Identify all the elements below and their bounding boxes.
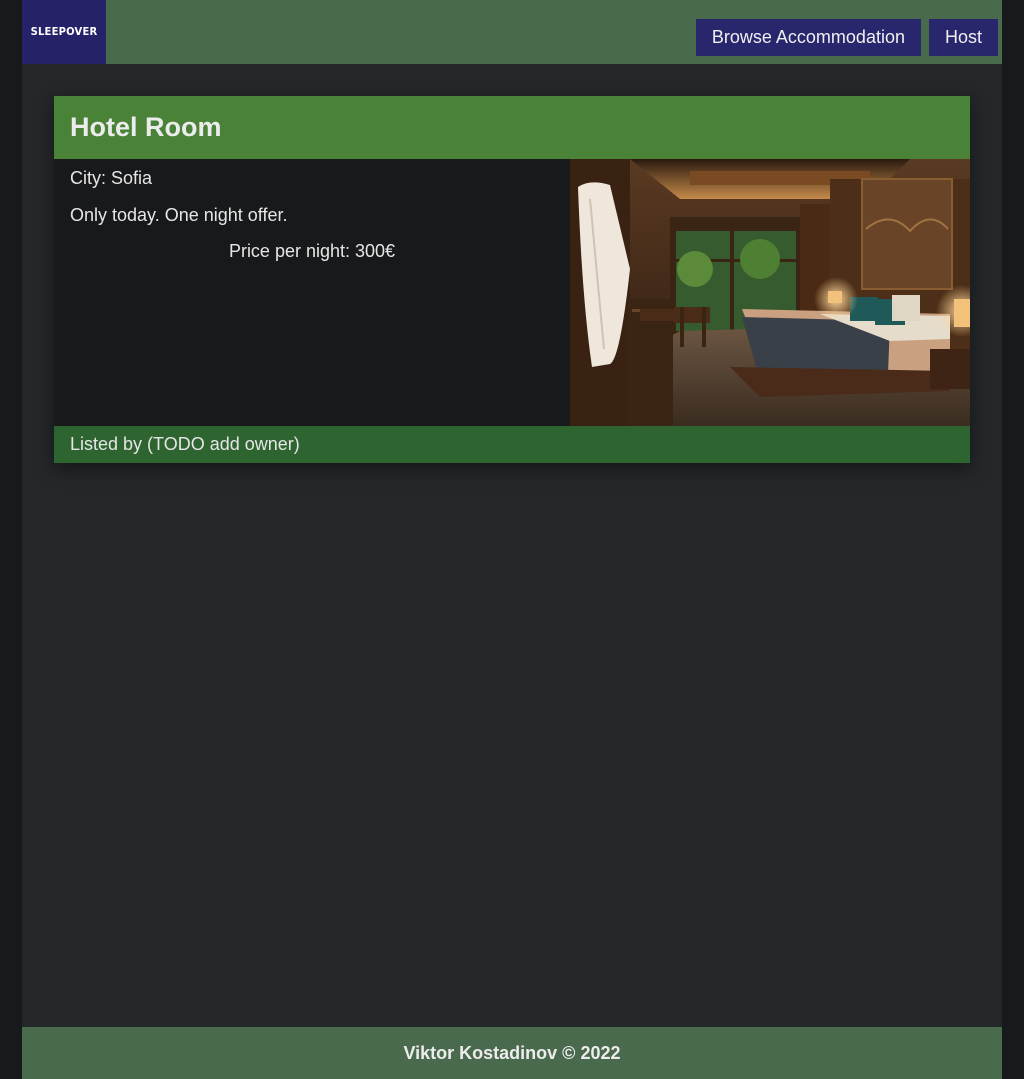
listing-card-body: City: Sofia Only today. One night offer.… (54, 159, 970, 426)
browse-accommodation-button[interactable]: Browse Accommodation (695, 19, 921, 56)
listing-city: City: Sofia (70, 168, 153, 188)
listed-by: Listed by (TODO add owner) (70, 434, 300, 454)
page: SLEEPOVER Browse Accommodation Host Hote… (22, 0, 1002, 1079)
listing-card-footer: Listed by (TODO add owner) (54, 426, 970, 463)
site-header: SLEEPOVER Browse Accommodation Host (22, 0, 1002, 64)
listing-card-header: Hotel Room (54, 96, 970, 159)
listing-card: Hotel Room City: Sofia Only today. One n… (54, 96, 970, 463)
hotel-room-photo-illustration (570, 159, 970, 426)
listing-description: Only today. One night offer. (70, 205, 288, 225)
logo-text: SLEEPOVER (30, 26, 98, 38)
listing-title: Hotel Room (70, 112, 222, 142)
logo[interactable]: SLEEPOVER (22, 0, 106, 64)
host-button[interactable]: Host (928, 19, 998, 56)
hotel-room-photo (570, 159, 970, 426)
listing-price: Price per night: 300€ (228, 241, 396, 261)
main-nav: Browse Accommodation Host (695, 19, 998, 56)
listing-info: City: Sofia Only today. One night offer.… (54, 159, 570, 426)
site-footer: Viktor Kostadinov © 2022 (22, 1027, 1002, 1079)
copyright: Viktor Kostadinov © 2022 (403, 1042, 621, 1063)
